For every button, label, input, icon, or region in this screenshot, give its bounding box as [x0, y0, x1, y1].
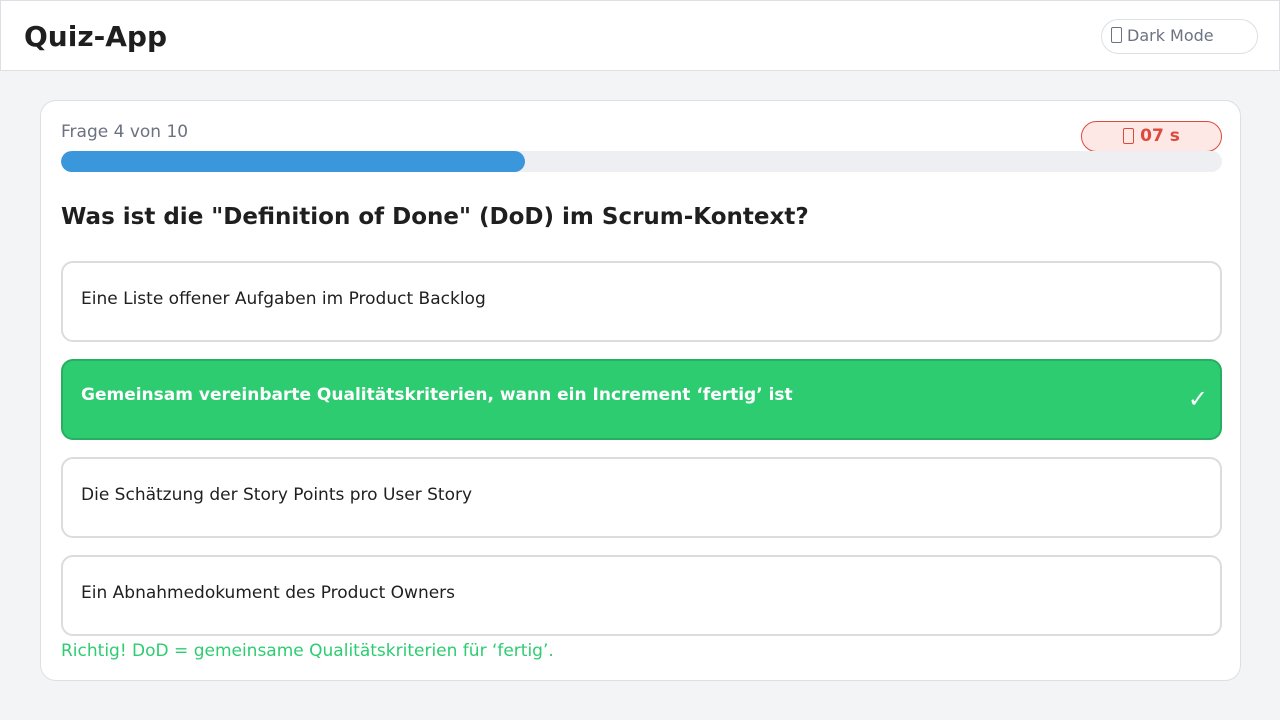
answer-option[interactable]: Die Schätzung der Story Points pro User …: [61, 457, 1222, 538]
app-title: Quiz-App: [24, 20, 168, 53]
quiz-card: Frage 4 von 10 07 s Was ist die "Definit…: [40, 100, 1241, 681]
feedback-message: Richtig! DoD = gemeinsame Qualitätskrite…: [61, 641, 554, 661]
timer-badge: 07 s: [1081, 121, 1222, 152]
progress-bar: [61, 151, 1222, 172]
stopwatch-icon: [1123, 128, 1135, 144]
answer-text: Ein Abnahmedokument des Product Owners: [81, 583, 456, 603]
moon-icon: [1111, 27, 1122, 43]
answer-text: Gemeinsam vereinbarte Qualitätskriterien…: [81, 385, 793, 405]
answer-option[interactable]: Gemeinsam vereinbarte Qualitätskriterien…: [61, 359, 1222, 440]
timer-value: 07 s: [1140, 126, 1180, 146]
checkmark-icon: ✓: [1187, 385, 1208, 413]
progress-bar-fill: [61, 151, 526, 172]
question-text: Was ist die "Definition of Done" (DoD) i…: [61, 204, 809, 230]
answer-text: Die Schätzung der Story Points pro User …: [81, 485, 473, 505]
dark-mode-label: Dark Mode: [1127, 25, 1214, 45]
answer-option[interactable]: Ein Abnahmedokument des Product Owners: [61, 555, 1222, 636]
dark-mode-toggle[interactable]: Dark Mode: [1101, 19, 1258, 54]
app-header: Quiz-App Dark Mode: [0, 0, 1280, 71]
answer-text: Eine Liste offener Aufgaben im Product B…: [81, 289, 486, 309]
answer-list: Eine Liste offener Aufgaben im Product B…: [61, 261, 1222, 653]
answer-option[interactable]: Eine Liste offener Aufgaben im Product B…: [61, 261, 1222, 342]
question-counter: Frage 4 von 10: [61, 122, 189, 142]
